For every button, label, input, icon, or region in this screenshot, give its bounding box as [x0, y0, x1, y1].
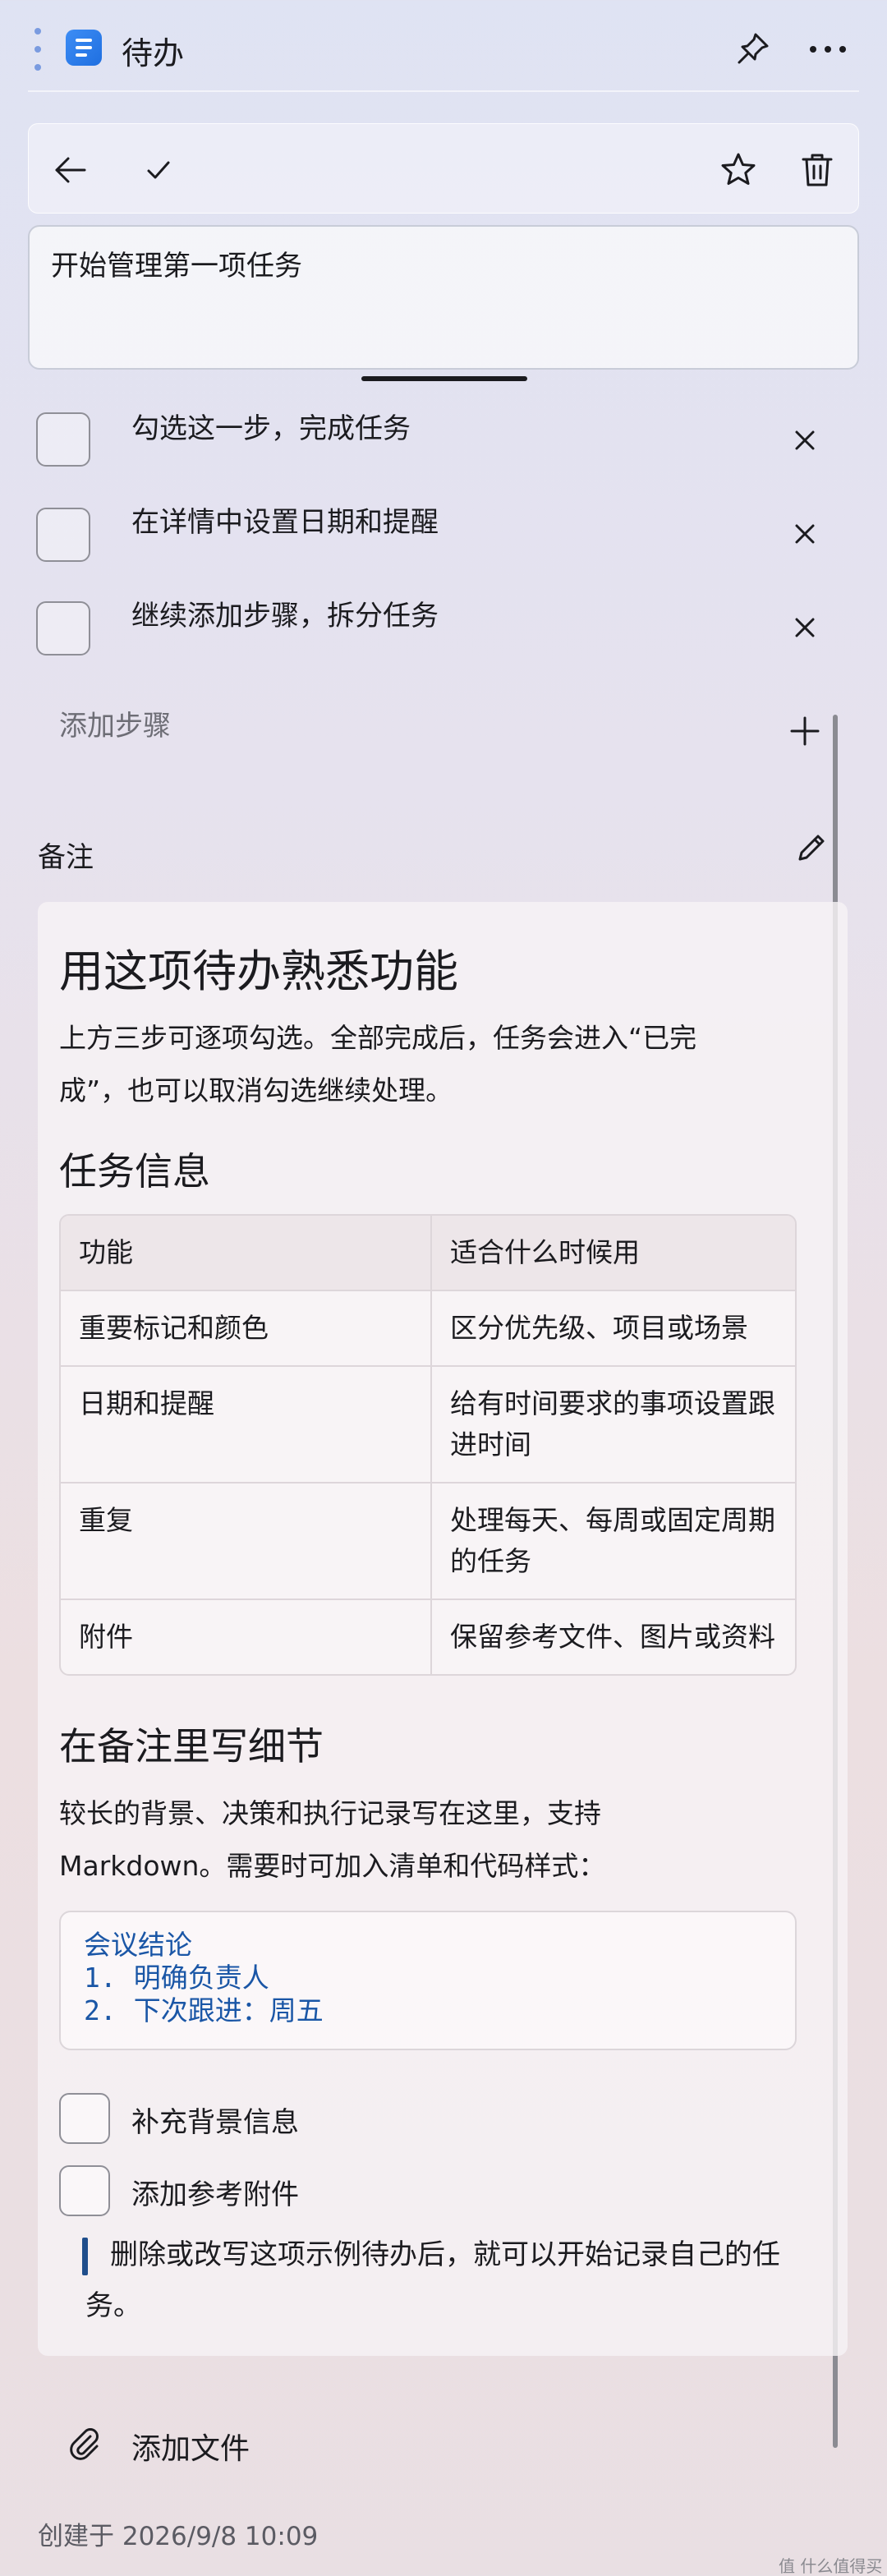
created-timestamp: 创建于 2026/9/8 10:09 — [38, 2522, 319, 2551]
arrow-left-icon[interactable] — [48, 149, 91, 191]
close-icon[interactable] — [788, 611, 821, 644]
step-label[interactable]: 继续添加步骤，拆分任务 — [131, 593, 439, 633]
pencil-icon[interactable] — [793, 830, 830, 866]
watermark: 值 什么值得买 — [779, 2556, 883, 2576]
trash-icon[interactable] — [796, 149, 839, 191]
table-cell: 日期和提醒 — [61, 1367, 432, 1482]
add-file-button[interactable]: 添加文件 — [131, 2425, 250, 2468]
table-row: 重复 处理每天、每周或固定周期的任务 — [61, 1482, 795, 1598]
star-icon[interactable] — [717, 149, 760, 191]
pin-icon[interactable] — [733, 30, 772, 69]
table-header-cell: 适合什么时候用 — [450, 1236, 640, 1268]
note-checkbox-label: 添加参考附件 — [131, 2178, 299, 2211]
code-line-number: 2. — [84, 1994, 117, 2026]
close-icon[interactable] — [788, 424, 821, 457]
note-checkbox-label: 补充背景信息 — [131, 2106, 299, 2139]
step-checkbox[interactable] — [36, 601, 90, 656]
close-icon[interactable] — [788, 518, 821, 550]
code-line: 会议结论 — [84, 1929, 192, 1961]
code-line-number: 1. — [84, 1962, 117, 1994]
vertical-dots-icon[interactable] — [34, 28, 41, 71]
code-block: 会议结论 1. 明确负责人 2. 下次跟进：周五 — [59, 1911, 797, 2050]
note-checkbox[interactable] — [59, 2093, 110, 2144]
notes-intro-line: 上方三步可逐项勾选。全部完成后，任务会进入“已完 — [59, 1022, 697, 1054]
code-line: 2. 下次跟进：周五 — [84, 1994, 772, 2027]
plus-icon[interactable] — [787, 713, 823, 749]
notes-section-label: 备注 — [38, 841, 94, 874]
notes-subheading: 在备注里写细节 — [59, 1724, 324, 1769]
feature-table: 功能 适合什么时候用 重要标记和颜色 区分优先级、项目或场景 日期和提醒 给有时… — [59, 1214, 797, 1676]
notes-heading: 用这项待办熟悉功能 — [59, 945, 458, 997]
table-row: 重要标记和颜色 区分优先级、项目或场景 — [61, 1290, 795, 1365]
table-cell: 重复 — [61, 1484, 432, 1598]
table-header-cell: 功能 — [61, 1216, 432, 1290]
note-checkbox[interactable] — [59, 2165, 110, 2216]
step-label[interactable]: 在详情中设置日期和提醒 — [131, 499, 439, 540]
table-cell: 处理每天、每周或固定周期的任务 — [450, 1504, 775, 1577]
code-line-text: 下次跟进：周五 — [133, 1994, 324, 2026]
table-cell: 重要标记和颜色 — [61, 1291, 432, 1365]
more-horizontal-icon[interactable] — [805, 30, 851, 69]
table-cell: 附件 — [61, 1600, 432, 1674]
notes-intro-line: 成”，也可以取消勾选继续处理。 — [59, 1074, 453, 1106]
task-toolbar — [28, 123, 859, 214]
app-title: 待办 — [122, 35, 185, 71]
task-title: 开始管理第一项任务 — [51, 250, 302, 283]
table-cell: 保留参考文件、图片或资料 — [450, 1621, 775, 1653]
step-checkbox[interactable] — [36, 508, 90, 562]
table-row: 附件 保留参考文件、图片或资料 — [61, 1598, 795, 1674]
step-label[interactable]: 勾选这一步，完成任务 — [131, 406, 411, 446]
code-line: 1. 明确负责人 — [84, 1962, 772, 1994]
quote-text: 删除或改写这项示例待办后，就可以开始记录自己的任务。 — [85, 2238, 780, 2322]
table-row: 日期和提醒 给有时间要求的事项设置跟进时间 — [61, 1365, 795, 1482]
todo-list-icon — [66, 30, 102, 66]
table-cell: 区分优先级、项目或场景 — [450, 1312, 748, 1344]
paperclip-icon[interactable] — [66, 2425, 105, 2464]
header-divider — [28, 90, 859, 92]
notes-detail-line: 较长的背景、决策和执行记录写在这里，支持 — [59, 1797, 601, 1829]
notes-detail-line: Markdown。需要时可加入清单和代码样式： — [59, 1850, 606, 1882]
step-checkbox[interactable] — [36, 412, 90, 467]
code-line-text: 明确负责人 — [133, 1962, 269, 1994]
table-header-row: 功能 适合什么时候用 — [61, 1216, 795, 1290]
checkmark-icon[interactable] — [137, 149, 180, 191]
table-cell: 给有时间要求的事项设置跟进时间 — [450, 1387, 775, 1460]
add-step-input[interactable]: 添加步骤 — [59, 703, 171, 743]
notes-subheading: 任务信息 — [59, 1149, 210, 1194]
drag-handle[interactable] — [361, 376, 527, 381]
